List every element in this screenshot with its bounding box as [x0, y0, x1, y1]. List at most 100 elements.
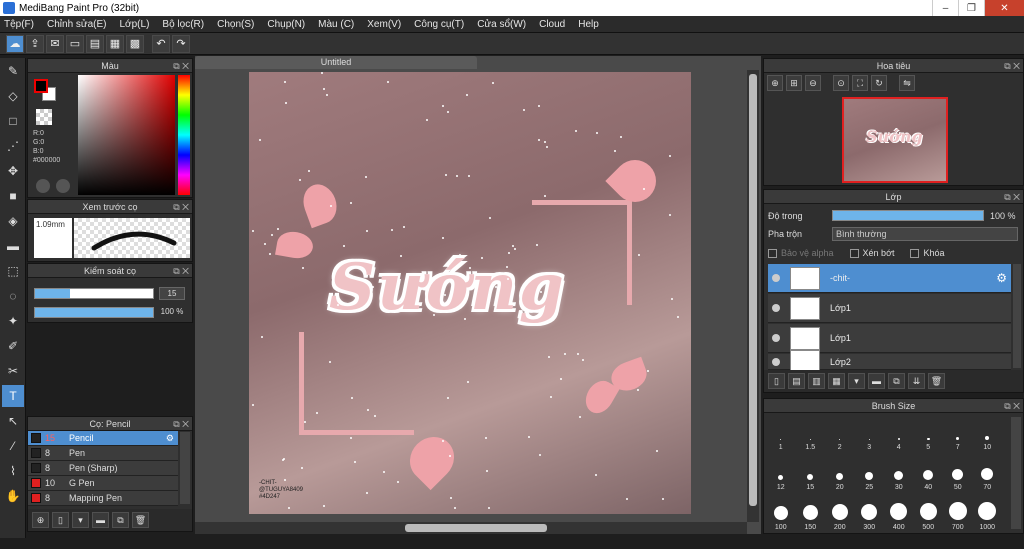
panel-popout-icon[interactable]: ⧉ ✕: [1004, 59, 1020, 73]
operation-icon[interactable]: ↖: [2, 410, 24, 432]
brush-size-value[interactable]: 15: [159, 287, 185, 300]
select-pen-icon[interactable]: ✐: [2, 335, 24, 357]
menu-layer[interactable]: Lớp(L): [120, 19, 150, 30]
brush-opacity-slider[interactable]: [34, 307, 154, 318]
layer-item[interactable]: Lớp2: [768, 350, 1011, 373]
layer-item[interactable]: -chit- ⚙: [768, 264, 1011, 293]
brush-item[interactable]: 10 G Pen: [28, 476, 178, 491]
new-layer-icon[interactable]: ▯: [768, 373, 785, 389]
menu-edit[interactable]: Chỉnh sửa(E): [47, 19, 107, 30]
horizontal-scroll-thumb[interactable]: [405, 524, 547, 532]
new-halftone-layer-icon[interactable]: ▤: [788, 373, 805, 389]
brush-size-option[interactable]: 20: [825, 455, 855, 495]
brush-size-option[interactable]: 1.5: [796, 415, 826, 455]
divide-icon[interactable]: ⁄: [2, 435, 24, 457]
menu-help[interactable]: Help: [578, 19, 599, 30]
layer-folder-icon[interactable]: ▬: [868, 373, 885, 389]
new-brush-icon[interactable]: ▯: [52, 512, 69, 528]
export-icon[interactable]: ⇪: [26, 34, 44, 53]
brush-size-option[interactable]: 500: [914, 495, 944, 535]
add-brush-icon[interactable]: ⊕: [32, 512, 49, 528]
brush-size-option[interactable]: 40: [914, 455, 944, 495]
palette-icon[interactable]: [36, 179, 50, 193]
brush-size-option[interactable]: 30: [884, 455, 914, 495]
menu-window[interactable]: Cửa sổ(W): [477, 19, 526, 30]
brush-item[interactable]: 8 Mapping Pen: [28, 491, 178, 506]
text-icon[interactable]: T: [2, 385, 24, 407]
brush-item[interactable]: 15 Pencil ⚙: [28, 431, 178, 446]
foreground-color-swatch[interactable]: [34, 79, 48, 93]
artwork[interactable]: Sướng -CHIT- @TUGUYA8409 #4D247: [249, 72, 691, 514]
brush-size-option[interactable]: 12: [766, 455, 796, 495]
document-tab[interactable]: Untitled: [195, 56, 477, 69]
transparent-swatch[interactable]: [36, 109, 52, 125]
rotate-icon[interactable]: ↻: [871, 75, 887, 91]
rectangle-icon[interactable]: □: [2, 110, 24, 132]
menu-filter[interactable]: Bộ lọc(R): [162, 19, 204, 30]
eraser-icon[interactable]: ◇: [2, 85, 24, 107]
brush-size-option[interactable]: 25: [855, 455, 885, 495]
panel-popout-icon[interactable]: ⧉ ✕: [173, 417, 189, 431]
brush-size-slider[interactable]: [34, 288, 154, 299]
hand-icon[interactable]: ✋: [2, 485, 24, 507]
fill-rect-icon[interactable]: ■: [2, 185, 24, 207]
lasso-icon[interactable]: ◌: [2, 285, 24, 307]
color-history-icon[interactable]: [56, 179, 70, 193]
comment-icon[interactable]: ▭: [66, 34, 84, 53]
duplicate-icon[interactable]: ⧉: [112, 512, 129, 528]
brush-size-option[interactable]: 15: [796, 455, 826, 495]
brush-size-scrollbar[interactable]: [1011, 417, 1021, 529]
undo-icon[interactable]: ↶: [152, 34, 170, 53]
brush-size-option[interactable]: 400: [884, 495, 914, 535]
fit-window-icon[interactable]: ⛶: [852, 75, 868, 91]
navigator-thumbnail[interactable]: Sướng: [842, 97, 948, 183]
menu-tools[interactable]: Công cụ(T): [414, 19, 464, 30]
brush-size-option[interactable]: 2: [825, 415, 855, 455]
redo-icon[interactable]: ↷: [172, 34, 190, 53]
new-8bit-layer-icon[interactable]: ▦: [828, 373, 845, 389]
blend-mode-select[interactable]: Bình thường: [832, 227, 1018, 241]
brush-size-option[interactable]: 10: [973, 415, 1003, 455]
move-icon[interactable]: ✥: [2, 160, 24, 182]
panel-popout-icon[interactable]: ⧉ ✕: [173, 200, 189, 214]
zoom-fit-icon[interactable]: ⊞: [786, 75, 802, 91]
brush-size-option[interactable]: 4: [884, 415, 914, 455]
merge-layer-icon[interactable]: ⇊: [908, 373, 925, 389]
eyedropper-icon[interactable]: ⌇: [2, 460, 24, 482]
brush-size-option[interactable]: 150: [796, 495, 826, 535]
new-1bit-layer-icon[interactable]: ▥: [808, 373, 825, 389]
brush-mode-icon[interactable]: ☁: [6, 34, 24, 53]
delete-layer-icon[interactable]: 🗑: [928, 373, 945, 389]
menu-file[interactable]: Tệp(F): [4, 19, 34, 30]
select-eraser-icon[interactable]: ✂: [2, 360, 24, 382]
brush-size-option[interactable]: 70: [973, 455, 1003, 495]
protect-alpha-checkbox[interactable]: Bảo vệ alpha: [768, 248, 834, 258]
brush-size-option[interactable]: 200: [825, 495, 855, 535]
magic-wand-icon[interactable]: ✦: [2, 310, 24, 332]
grid-icon[interactable]: ▩: [126, 34, 144, 53]
layer-item[interactable]: Lớp1: [768, 294, 1011, 323]
lock-checkbox[interactable]: Khóa: [910, 248, 945, 258]
menu-select[interactable]: Chọn(S): [217, 19, 254, 30]
layer-item[interactable]: Lớp1: [768, 324, 1011, 353]
canvas-vertical-scrollbar[interactable]: [747, 70, 759, 522]
layer-settings-icon[interactable]: ⚙: [996, 271, 1007, 285]
menu-view[interactable]: Xem(V): [367, 19, 401, 30]
zoom-out-icon[interactable]: ⊖: [805, 75, 821, 91]
visibility-icon[interactable]: [772, 357, 780, 366]
brush-size-option[interactable]: 700: [943, 495, 973, 535]
clip-checkbox[interactable]: Xén bớt: [849, 248, 894, 258]
brush-size-option[interactable]: 100: [766, 495, 796, 535]
close-button[interactable]: ✕: [984, 0, 1024, 16]
visibility-icon[interactable]: [772, 334, 780, 342]
chat-icon[interactable]: ✉: [46, 34, 64, 53]
dot-icon[interactable]: ⋰: [2, 135, 24, 157]
menu-color[interactable]: Màu (C): [318, 19, 354, 30]
brush-size-option[interactable]: 50: [943, 455, 973, 495]
flip-icon[interactable]: ⇋: [899, 75, 915, 91]
gradient-icon[interactable]: ▬: [2, 235, 24, 257]
brush-size-option[interactable]: 300: [855, 495, 885, 535]
layer-opacity-slider[interactable]: [832, 210, 984, 221]
brush-size-option[interactable]: 5: [914, 415, 944, 455]
visibility-icon[interactable]: [772, 304, 780, 312]
